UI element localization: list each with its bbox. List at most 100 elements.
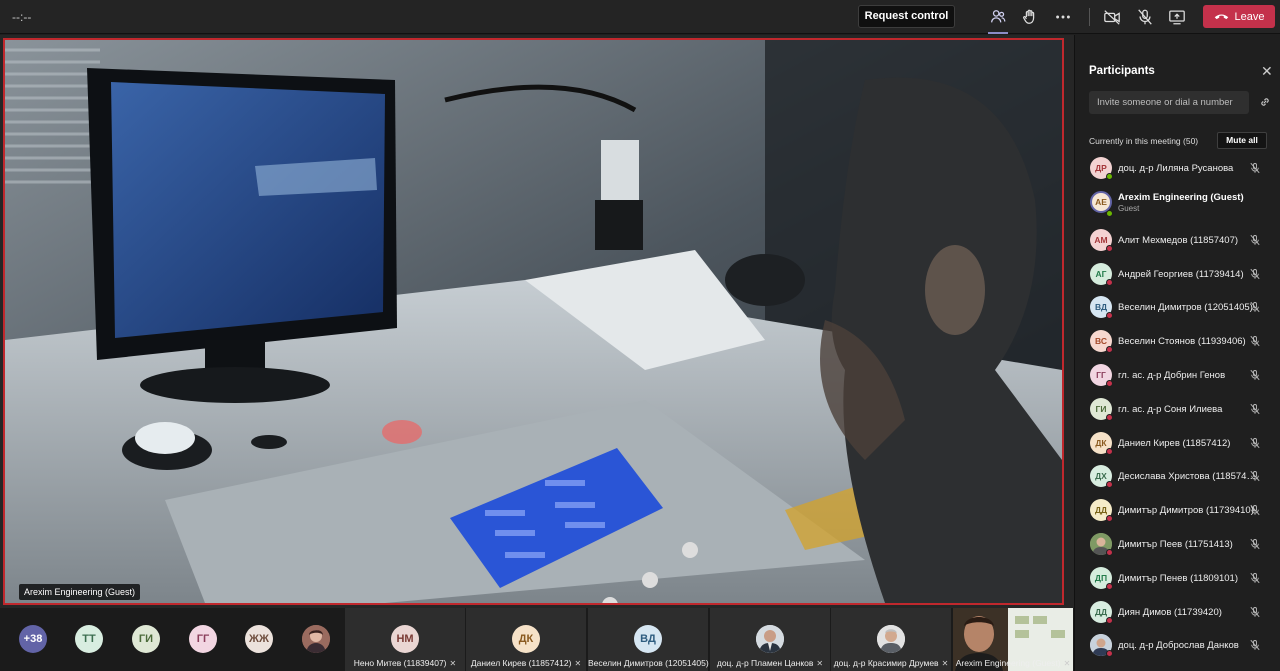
mic-off-icon[interactable] [1249,469,1261,483]
participant-role: Guest [1118,203,1140,213]
participant-name: Веселин Стоянов (11939406) [1118,336,1246,348]
participant-name: доц. д-р Пламен Цанков [716,658,814,668]
participant-photo-avatar[interactable] [302,625,330,653]
participant-row[interactable]: ДР доц. д-р Лиляна Русанова [1075,152,1280,186]
share-screen-icon[interactable] [1165,6,1189,28]
mic-muted-icon: ✕ [1063,659,1071,668]
participant-row[interactable]: ДП Димитър Пенев (11809101) [1075,562,1280,596]
mic-off-icon[interactable] [1249,638,1261,652]
video-stage: Arexim Engineering (Guest) [0,35,1074,608]
mic-off-icon[interactable] [1249,368,1261,382]
participant-avatar: НМ [391,625,419,653]
participant-tile[interactable]: НМ Нено Митев (11839407) ✕ [345,608,465,671]
mic-off-icon[interactable] [1249,267,1261,281]
status-busy-icon [1106,413,1113,421]
more-participants-badge[interactable]: +38 [19,625,47,653]
toolbar-divider [1089,8,1090,26]
mic-off-icon[interactable] [1249,300,1261,314]
meeting-toolbar: --:-- Request control Leave [0,0,1280,34]
status-busy-icon [1106,346,1113,354]
participant-avatar: ВД [634,625,662,653]
mic-muted-icon: ✕ [816,659,824,668]
hang-up-icon [1214,14,1228,20]
participant-tile[interactable]: доц. д-р Красимир Друмев ✕ [831,608,951,671]
mic-off-icon[interactable] [1249,571,1261,585]
mic-off-icon[interactable] [1249,605,1261,619]
participant-strip: +38 ТТ ГИ ГГ ЖЖ НМ Нено Митев (11839407)… [0,608,1074,671]
raise-hand-icon[interactable] [1018,6,1042,28]
participant-tile[interactable]: ВД Веселин Димитров (12051405)✕ [588,608,718,671]
mic-off-icon[interactable] [1249,233,1261,247]
mic-off-icon[interactable] [1249,161,1261,175]
participants-panel: Participants ✕ Currently in this meeting… [1074,35,1280,671]
more-actions-icon[interactable] [1051,6,1075,28]
participant-name: Даниел Кирев (11857412) [1118,437,1231,449]
participant-name: Arexim Engineering (Guest) [1118,191,1244,203]
status-busy-icon [1106,379,1113,387]
status-busy-icon [1106,515,1113,523]
participant-name: Десислава Христова (11857409) [1118,471,1260,483]
participant-row[interactable]: Димитър Пеев (11751413) [1075,528,1280,562]
mic-off-icon[interactable] [1133,6,1157,28]
close-icon[interactable]: ✕ [1261,63,1273,80]
status-busy-icon [1106,481,1113,489]
participant-name: гл. ас. д-р Соня Илиева [1118,403,1223,415]
participant-row[interactable]: ГИ гл. ас. д-р Соня Илиева [1075,393,1280,427]
participant-avatar[interactable]: ТТ [75,625,103,653]
participant-photo-avatar [877,625,905,653]
request-control-button[interactable]: Request control [858,5,955,28]
participant-name: доц. д-р Лиляна Русанова [1118,163,1234,174]
participant-row[interactable]: ДД Димитър Димитров (11739410) [1075,494,1280,528]
participant-avatar[interactable]: ГГ [189,625,217,653]
participant-list: ДР доц. д-р Лиляна Русанова AE Arexim En… [1075,152,1280,663]
participant-name: Димитър Пенев (11809101) [1118,572,1239,584]
participant-name: Димитър Димитров (11739410) [1118,505,1254,517]
mic-muted-icon: ✕ [449,659,457,668]
participant-avatar[interactable]: ГИ [132,625,160,653]
mic-off-icon[interactable] [1249,402,1261,416]
panel-title: Participants [1089,65,1155,77]
mic-off-icon[interactable] [1249,537,1261,551]
participant-row[interactable]: ДК Даниел Кирев (11857412) [1075,427,1280,461]
invite-input[interactable] [1089,91,1249,114]
participant-name: Нено Митев (11839407) [353,658,447,668]
share-invite-link-icon[interactable] [1259,95,1271,113]
participant-row[interactable]: доц. д-р Доброслав Данков [1075,629,1280,663]
participant-name: Алит Мехмедов (11857407) [1118,234,1239,246]
participant-row[interactable]: АГ Андрей Георгиев (11739414) [1075,258,1280,292]
mute-all-button[interactable]: Mute all [1217,132,1267,149]
participant-name: доц. д-р Красимир Друмев [833,658,939,668]
status-available-icon [1106,173,1113,180]
participant-tile[interactable]: доц. д-р Пламен Цанков ✕ [710,608,830,671]
participant-name: Даниел Кирев (11857412) [470,658,572,668]
mic-muted-icon: ✕ [941,659,949,668]
participant-row[interactable]: ГГ гл. ас. д-р Добрин Генов [1075,359,1280,393]
speaker-name-label: Arexim Engineering (Guest) [19,584,141,600]
participant-name: Arexim Engineering (Guest) [955,658,1061,668]
mic-off-icon[interactable] [1249,334,1261,348]
participant-row[interactable]: ВС Веселин Стоянов (11939406) [1075,325,1280,359]
participant-row[interactable]: АМ Алит Мехмедов (11857407) [1075,224,1280,258]
mic-off-icon[interactable] [1249,503,1261,517]
status-busy-icon [1106,548,1113,556]
participant-name: Диян Димов (11739420) [1118,606,1222,618]
leave-button[interactable]: Leave [1203,5,1275,28]
participant-avatar[interactable]: ЖЖ [245,625,273,653]
meeting-timer: --:-- [12,10,32,24]
participant-row[interactable]: ВД Веселин Димитров (12051405) [1075,291,1280,325]
status-busy-icon [1106,650,1113,658]
participant-row[interactable]: ДХ Десислава Христова (11857409) [1075,460,1280,494]
participant-row[interactable]: AE Arexim Engineering (Guest) Guest [1075,186,1280,224]
mic-off-icon[interactable] [1249,436,1261,450]
participants-icon[interactable] [986,6,1010,34]
participant-name: Андрей Георгиев (11739414) [1118,268,1244,280]
participant-tile[interactable]: ДК Даниел Кирев (11857412) ✕ [466,608,586,671]
status-available-icon [1106,209,1113,217]
participant-name: доц. д-р Доброслав Данков [1118,640,1239,652]
participant-name: Димитър Пеев (11751413) [1118,538,1233,550]
participant-avatar: ДК [512,625,540,653]
participant-video-tile[interactable]: Arexim Engineering (Guest) ✕ [953,608,1073,671]
main-video[interactable]: Arexim Engineering (Guest) [3,38,1064,605]
participant-row[interactable]: ДД Диян Димов (11739420) [1075,596,1280,630]
camera-off-icon[interactable] [1100,6,1124,28]
